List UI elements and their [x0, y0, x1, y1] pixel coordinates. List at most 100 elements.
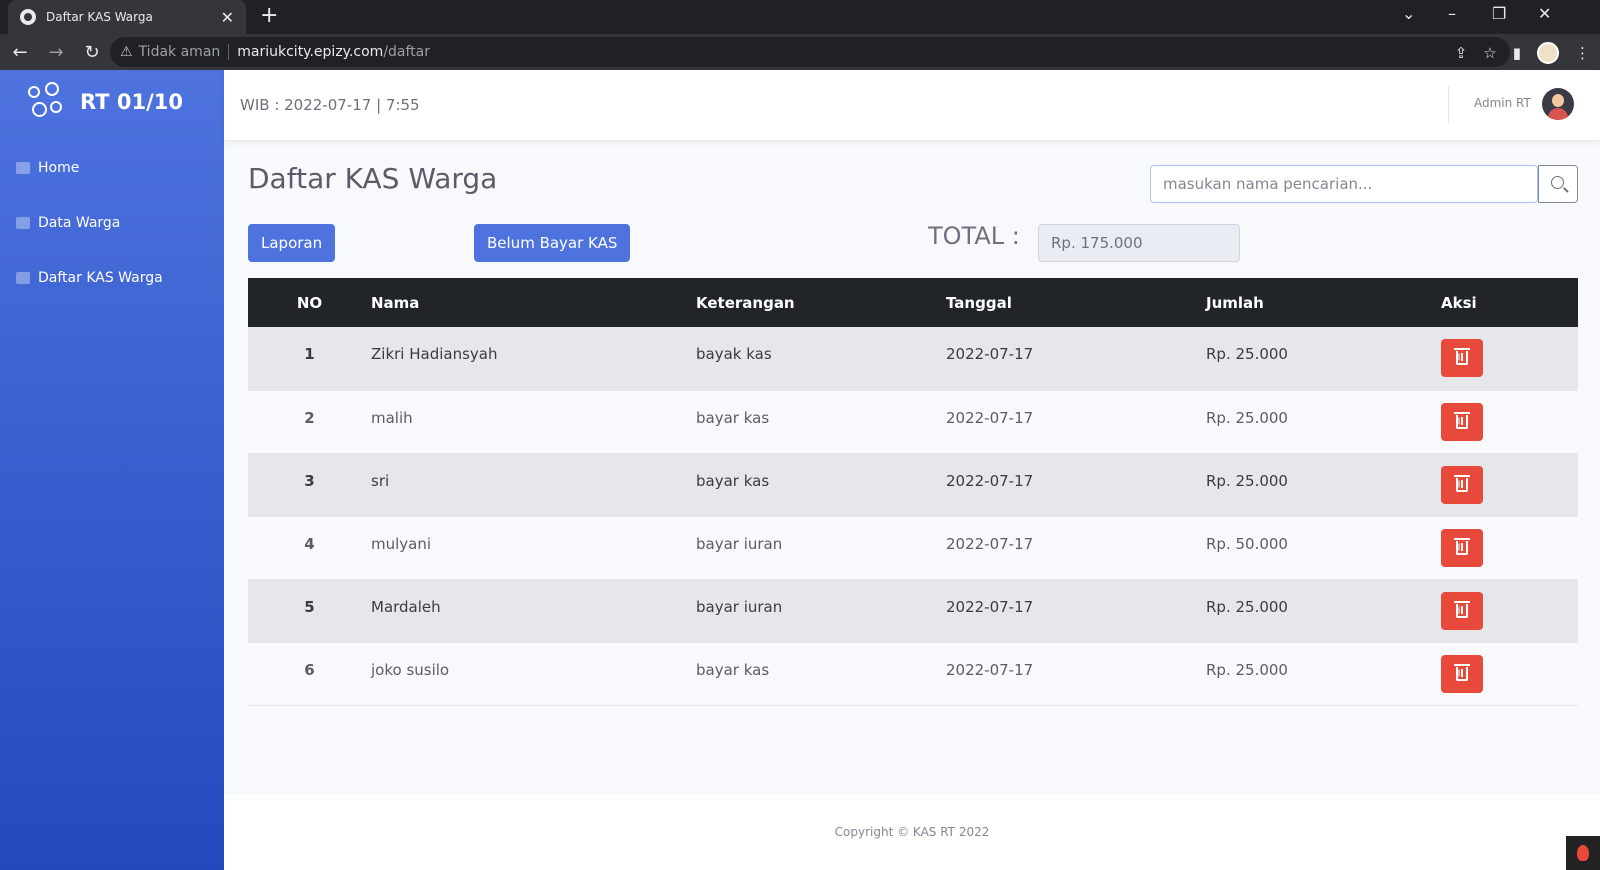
cell-aksi — [1441, 516, 1578, 579]
search-button[interactable] — [1538, 165, 1578, 203]
warning-icon: ⚠ — [120, 44, 133, 60]
cell-jumlah: Rp. 50.000 — [1206, 534, 1288, 553]
search-input[interactable] — [1150, 165, 1538, 203]
trash-icon — [1454, 663, 1470, 681]
cell-keterangan: bayar kas — [696, 471, 770, 490]
sidebar-brand[interactable]: RT 01/10 — [26, 82, 183, 122]
trash-icon — [1454, 348, 1470, 365]
cell-keterangan: bayar kas — [696, 660, 770, 679]
cell-aksi — [1441, 453, 1578, 516]
cell-jumlah: Rp. 25.000 — [1206, 345, 1288, 363]
close-window-icon[interactable]: ✕ — [1538, 4, 1551, 23]
table-row: 1 Zikri Hadiansyah bayak kas 2022-07-17 … — [248, 327, 1578, 390]
cell-tanggal: 2022-07-17 — [946, 660, 1034, 679]
cell-nama: mulyani — [371, 534, 432, 553]
topbar-divider — [1448, 86, 1449, 124]
minimize-icon[interactable]: – — [1448, 4, 1456, 23]
sidebar-item-home[interactable]: Home — [16, 160, 79, 176]
new-tab-icon[interactable]: + — [260, 3, 278, 28]
cell-nama: malih — [371, 408, 413, 427]
sidebar-item-data-warga[interactable]: Data Warga — [16, 215, 120, 231]
cell-tanggal: 2022-07-17 — [946, 534, 1034, 553]
topbar: WIB : 2022-07-17 | 7:55 Admin RT — [224, 70, 1600, 140]
sidebar-item-label: Home — [38, 160, 80, 176]
globe-icon — [20, 9, 36, 25]
omnibox[interactable]: ⚠ Tidak aman mariukcity.epizy.com /dafta… — [110, 37, 1510, 67]
back-icon[interactable]: ← — [4, 42, 36, 63]
cell-jumlah: Rp. 25.000 — [1206, 660, 1288, 679]
cell-no: 4 — [304, 534, 315, 553]
cell-nama: joko susilo — [371, 660, 450, 679]
restore-icon[interactable]: ❐ — [1492, 4, 1506, 23]
cell-nama: Zikri Hadiansyah — [371, 345, 498, 363]
admin-name[interactable]: Admin RT — [1474, 96, 1531, 110]
column-header-tanggal: Tanggal — [946, 293, 1012, 312]
table-icon — [16, 272, 30, 284]
page-title: Daftar KAS Warga — [248, 162, 498, 195]
cell-no: 5 — [304, 597, 315, 616]
trash-icon — [1454, 537, 1470, 555]
copyright-text: Copyright © KAS RT 2022 — [834, 825, 990, 839]
cell-no: 6 — [304, 660, 315, 679]
laporan-button[interactable]: Laporan — [248, 224, 336, 262]
cell-nama: sri — [371, 471, 390, 490]
column-header-keterangan: Keterangan — [696, 293, 795, 312]
share-icon[interactable]: ⇪ — [1455, 44, 1468, 62]
home-icon — [16, 162, 30, 174]
cell-keterangan: bayar kas — [696, 408, 770, 427]
table-row: 2 malih bayar kas 2022-07-17 Rp. 25.000 — [248, 390, 1578, 453]
cell-tanggal: 2022-07-17 — [946, 408, 1034, 427]
cell-aksi — [1441, 327, 1578, 390]
cell-no: 2 — [304, 408, 315, 427]
trash-icon — [1454, 411, 1470, 429]
tab-search-icon[interactable]: ⌄ — [1402, 4, 1415, 23]
users-icon — [16, 217, 30, 229]
sidebar-item-daftar-kas[interactable]: Daftar KAS Warga — [16, 270, 163, 286]
delete-button[interactable] — [1441, 591, 1483, 630]
delete-button[interactable] — [1441, 402, 1483, 441]
cell-jumlah: Rp. 25.000 — [1206, 597, 1288, 616]
table-row: 3 sri bayar kas 2022-07-17 Rp. 25.000 — [248, 453, 1578, 516]
footer: Copyright © KAS RT 2022 — [224, 795, 1600, 870]
admin-avatar[interactable] — [1542, 88, 1574, 120]
tab-title: Daftar KAS Warga — [46, 10, 153, 24]
cell-nama: Mardaleh — [371, 597, 441, 616]
star-icon[interactable]: ☆ — [1483, 44, 1496, 62]
menu-icon[interactable]: ⋮ — [1575, 44, 1590, 62]
belum-bayar-button[interactable]: Belum Bayar KAS — [474, 224, 631, 262]
close-tab-icon[interactable]: ✕ — [221, 8, 234, 27]
cell-keterangan: bayar iuran — [696, 597, 783, 616]
forward-icon[interactable]: → — [40, 42, 72, 63]
brand-logo-icon — [26, 82, 66, 122]
flame-icon[interactable] — [1566, 836, 1600, 870]
cell-keterangan: bayar iuran — [696, 534, 783, 553]
column-header-nama: Nama — [371, 293, 420, 312]
table-header-row: NO Nama Keterangan Tanggal Jumlah Aksi — [248, 278, 1578, 327]
profile-avatar[interactable] — [1537, 42, 1559, 64]
sidebar-item-label: Daftar KAS Warga — [38, 270, 163, 286]
sidepanel-icon[interactable]: ▮ — [1513, 44, 1521, 62]
delete-button[interactable] — [1441, 339, 1483, 377]
address-bar-row: ← → ↻ ⚠ Tidak aman mariukcity.epizy.com … — [0, 34, 1600, 70]
delete-button[interactable] — [1441, 465, 1483, 504]
cell-tanggal: 2022-07-17 — [946, 597, 1034, 616]
cell-jumlah: Rp. 25.000 — [1206, 408, 1288, 427]
sidebar: RT 01/10 Home Data Warga Daftar KAS Warg… — [0, 70, 224, 870]
browser-tab[interactable]: Daftar KAS Warga ✕ — [8, 0, 246, 34]
delete-button[interactable] — [1441, 528, 1483, 567]
cell-no: 1 — [304, 345, 315, 363]
omnibox-separator — [228, 44, 230, 60]
cell-jumlah: Rp. 25.000 — [1206, 471, 1288, 490]
cell-keterangan: bayak kas — [696, 345, 772, 363]
table-row: 5 Mardaleh bayar iuran 2022-07-17 Rp. 25… — [248, 579, 1578, 642]
table-row: 4 mulyani bayar iuran 2022-07-17 Rp. 50.… — [248, 516, 1578, 579]
table-row: 6 joko susilo bayar kas 2022-07-17 Rp. 2… — [248, 642, 1578, 705]
cell-no: 3 — [304, 471, 315, 490]
cell-tanggal: 2022-07-17 — [946, 471, 1034, 490]
kas-table: NO Nama Keterangan Tanggal Jumlah Aksi 1… — [248, 278, 1578, 706]
clock-text: WIB : 2022-07-17 | 7:55 — [240, 96, 420, 114]
delete-button[interactable] — [1441, 654, 1483, 693]
url-path: /daftar — [383, 44, 431, 60]
browser-actions: ⇪ ☆ ▮ ⋮ — [1455, 42, 1590, 64]
reload-icon[interactable]: ↻ — [76, 42, 108, 63]
